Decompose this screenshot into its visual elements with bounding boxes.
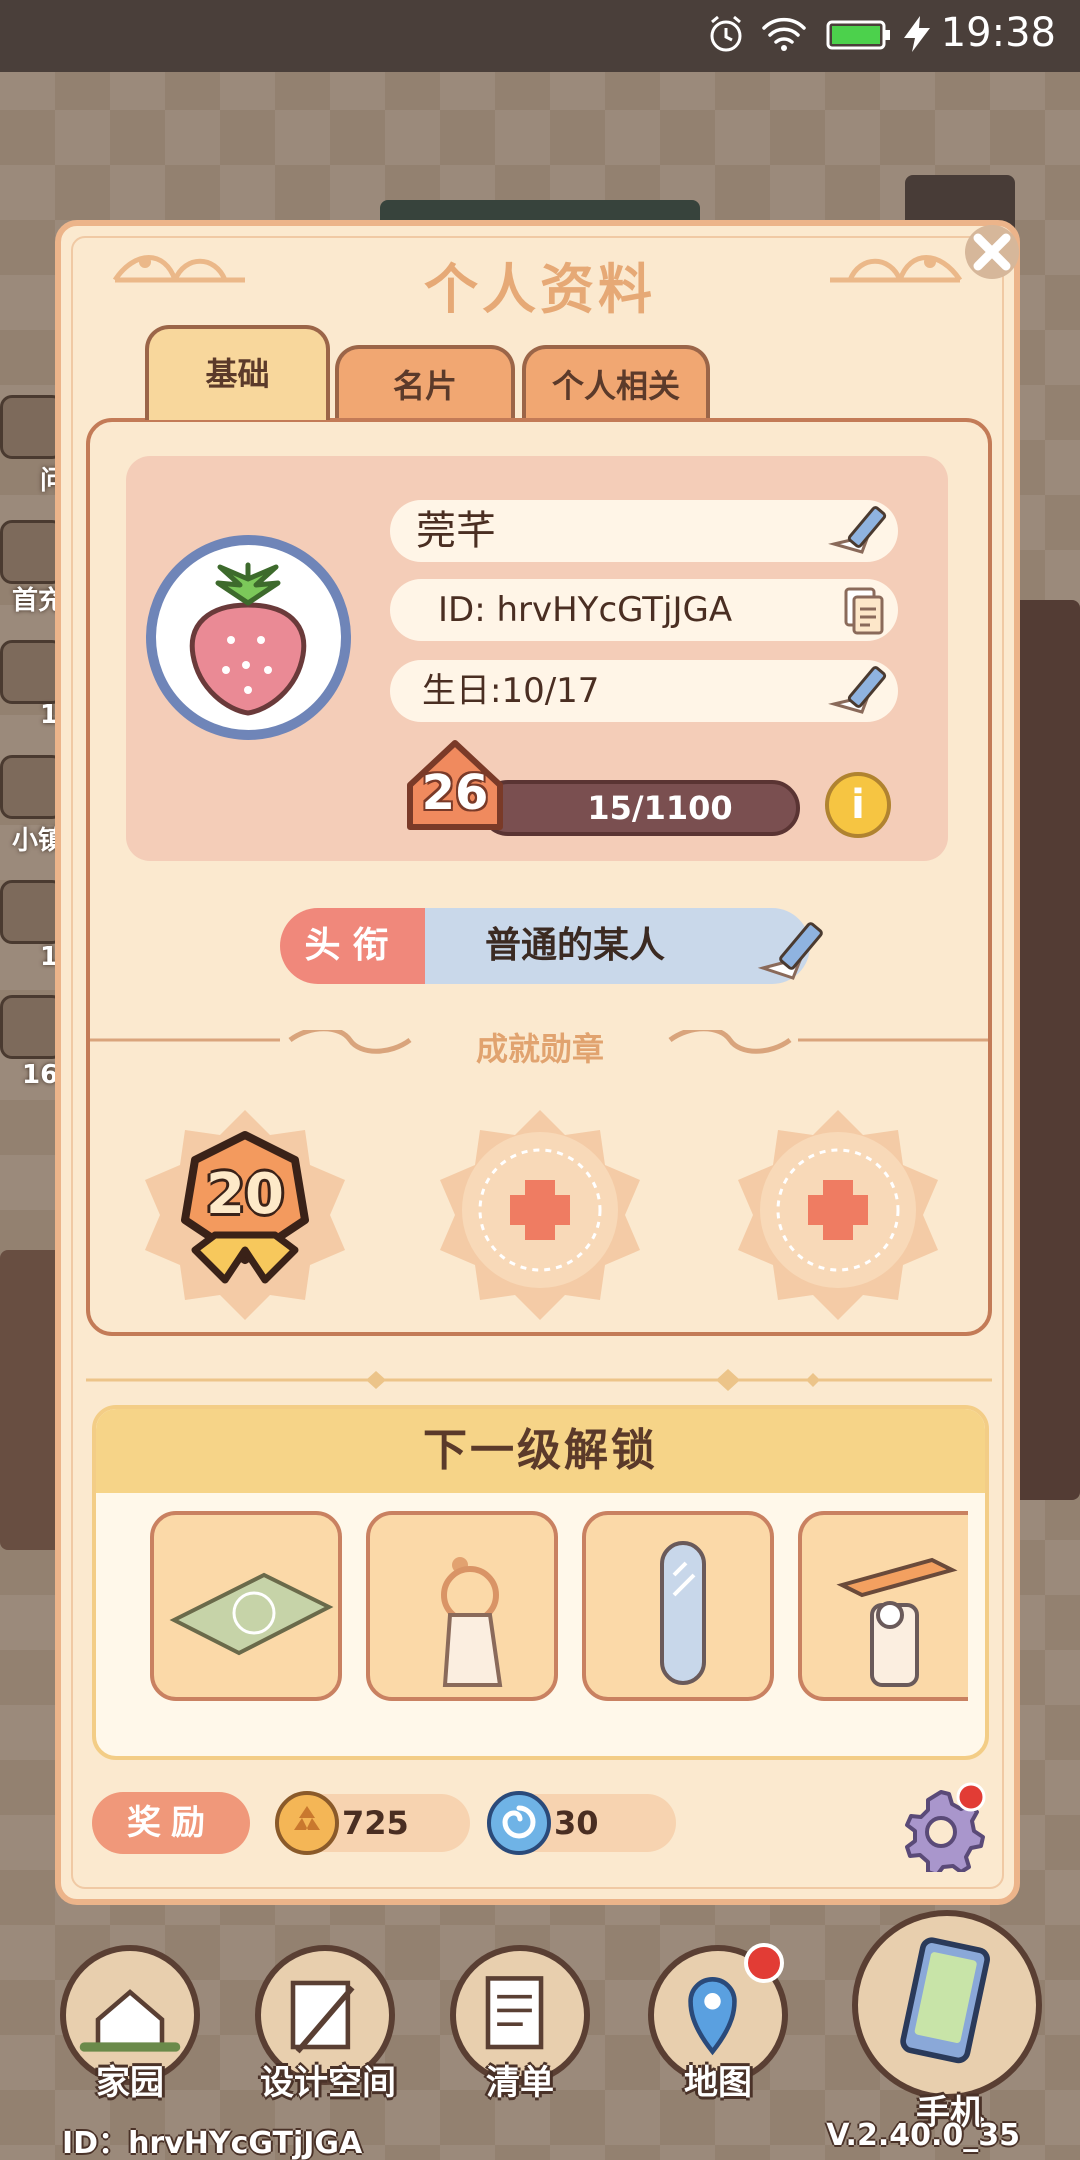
towel-ring-icon — [441, 1557, 503, 1687]
info-button[interactable]: i — [825, 772, 891, 838]
design-label: 设计空间 — [260, 2063, 396, 2103]
empty-medal-slot[interactable] — [718, 1100, 958, 1320]
unlock-item[interactable] — [150, 1511, 342, 1701]
close-icon[interactable] — [962, 222, 1022, 282]
reward-gem: 30 — [487, 1791, 676, 1855]
home-label: 家园 — [96, 2063, 164, 2103]
alarm-icon — [710, 15, 742, 52]
exp-bar: 15/1100 — [480, 780, 800, 836]
swirl-gem-icon — [487, 1791, 551, 1855]
add-plus-icon — [738, 1110, 938, 1320]
achievement-label: 成就勋章 — [475, 1030, 604, 1068]
add-plus-icon — [440, 1110, 640, 1320]
version-text: V.2.40.0_35 — [826, 2118, 1020, 2153]
unlock-item[interactable] — [366, 1511, 558, 1701]
reward-coin: 725 — [275, 1791, 470, 1855]
level-medal[interactable]: 20 — [125, 1100, 365, 1320]
mirror-icon — [660, 1541, 706, 1685]
charging-icon — [904, 16, 930, 52]
name-field: 莞芊 — [390, 500, 898, 562]
list-label: 清单 — [486, 2063, 554, 2103]
coin-icon — [275, 1791, 339, 1855]
settings-gear-icon[interactable] — [896, 1782, 986, 1872]
id-field: ID: hrvHYcGTjJGA — [390, 579, 898, 641]
tab-card[interactable]: 名片 — [335, 345, 515, 425]
clock: 19:38 — [940, 10, 1056, 56]
empty-medal-slot[interactable] — [420, 1100, 660, 1320]
edit-pencil-icon[interactable] — [826, 496, 898, 566]
phone-icon — [900, 1937, 990, 2064]
bottom-player-id: ID：hrvHYcGTjJGA — [62, 2126, 363, 2160]
title-value: 普通的某人 — [425, 908, 810, 984]
unlock-item[interactable] — [582, 1511, 774, 1701]
phone-button[interactable] — [852, 1910, 1042, 2100]
reward-label: 奖励 — [92, 1792, 250, 1854]
avatar[interactable] — [146, 535, 351, 740]
map-label: 地图 — [684, 2063, 752, 2103]
edit-pencil-icon[interactable] — [826, 656, 898, 726]
section-divider — [86, 1369, 992, 1391]
reward-gem-amount: 30 — [554, 1804, 599, 1842]
exp-text: 15/1100 — [587, 789, 733, 827]
player-birthday: 生日:10/17 — [422, 671, 600, 711]
title-label: 头衔 — [280, 908, 425, 984]
player-name: 莞芊 — [416, 508, 496, 554]
copy-icon[interactable] — [826, 575, 898, 645]
tab-personal[interactable]: 个人相关 — [522, 345, 710, 425]
player-id: ID: hrvHYcGTjJGA — [438, 590, 733, 630]
strawberry-icon — [189, 562, 307, 716]
edit-pencil-icon[interactable] — [755, 912, 835, 990]
level-number: 26 — [421, 765, 489, 821]
rug-icon — [169, 1572, 334, 1656]
dialog-title: 个人资料 — [424, 258, 656, 321]
wifi-icon — [762, 17, 806, 51]
battery-icon — [826, 20, 890, 50]
unlock-item[interactable] — [798, 1511, 968, 1701]
medal-level: 20 — [206, 1162, 284, 1227]
next-unlock-box: 下一级解锁 — [92, 1405, 989, 1760]
toilet-paper-holder-icon — [836, 1557, 958, 1687]
status-bar: 19:38 — [0, 0, 1080, 72]
tab-basic[interactable]: 基础 — [145, 325, 330, 420]
next-unlock-heading: 下一级解锁 — [96, 1409, 985, 1493]
notification-dot — [744, 1943, 784, 1983]
reward-coin-amount: 725 — [342, 1804, 409, 1842]
birthday-field: 生日:10/17 — [390, 660, 898, 722]
title-row: 头衔 普通的某人 — [280, 908, 820, 984]
